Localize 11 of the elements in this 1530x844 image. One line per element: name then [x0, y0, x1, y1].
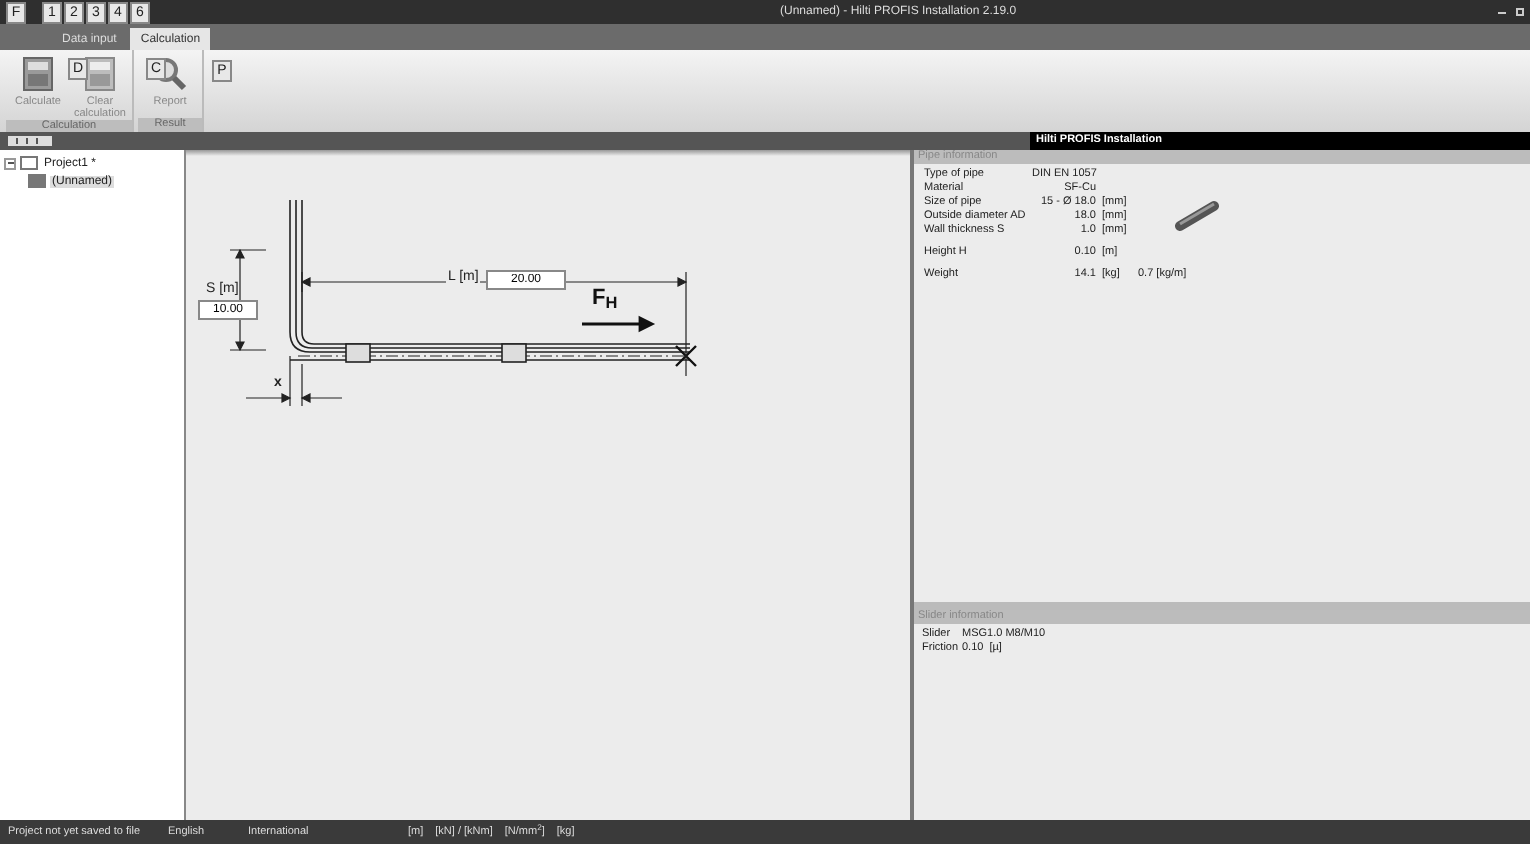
folder-icon — [20, 156, 38, 170]
force-label: F$_{H}$ — [592, 288, 618, 310]
anchor-cross-icon — [674, 344, 698, 368]
maximize-icon[interactable] — [1516, 8, 1524, 16]
collapse-icon[interactable] — [4, 157, 16, 169]
force-arrow — [582, 315, 656, 333]
calculator-icon — [22, 56, 54, 92]
calculator-icon — [84, 56, 116, 92]
minimize-icon[interactable] — [1498, 11, 1506, 13]
pipe-icon — [1174, 200, 1222, 232]
document-icon — [28, 174, 46, 188]
